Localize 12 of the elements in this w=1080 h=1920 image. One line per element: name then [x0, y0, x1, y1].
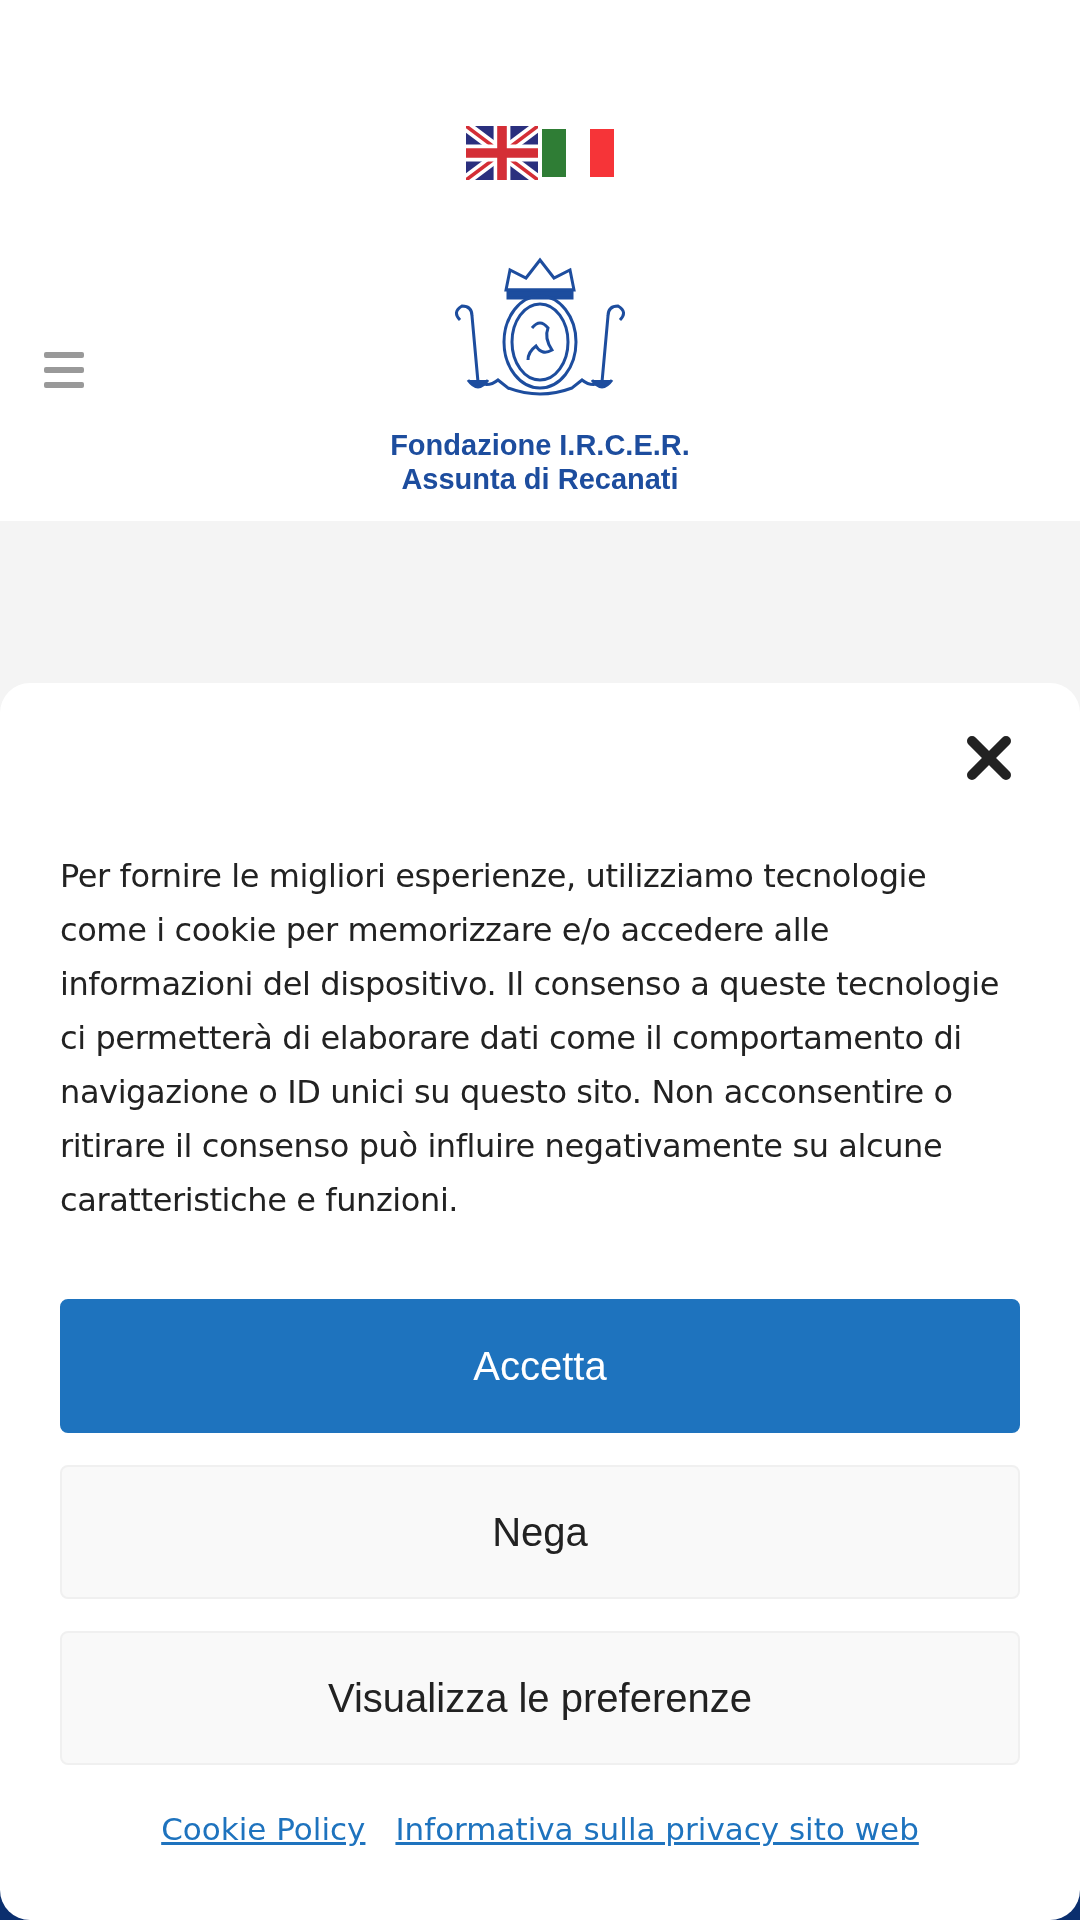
option-button[interactable]: Nega	[60, 1465, 1020, 1599]
consent-text: Per fornire le migliori esperienze, utilizziamo tecnologie come i cookie per memorizzare e/o accedere alle informazioni del dispositivo. Il consenso a queste tecnologie ci permetterà di elaborare dati come il comportamento di navigazione o ID unici su questo sito. Non acconsentire o ritirare il consenso può influire negativamente su alcune caratteristiche e funzioni.	[60, 856, 1000, 1221]
logo-text: Fondazione I.R.C.E.R. Assunta di Recanati	[390, 428, 690, 496]
option-button[interactable]: Visualizza le preferenze	[60, 1631, 1020, 1765]
policy-link[interactable]: Informativa sulla privacy sito web	[395, 1811, 919, 1847]
menu-button[interactable]	[44, 352, 84, 388]
close-icon	[966, 735, 1012, 781]
policy-link[interactable]: Cookie Policy	[161, 1811, 366, 1847]
italy-flag-icon[interactable]	[542, 126, 614, 180]
uk-flag-icon[interactable]	[466, 126, 538, 180]
close-button[interactable]	[966, 735, 1012, 781]
accept-button[interactable]: Accetta	[60, 1299, 1020, 1433]
